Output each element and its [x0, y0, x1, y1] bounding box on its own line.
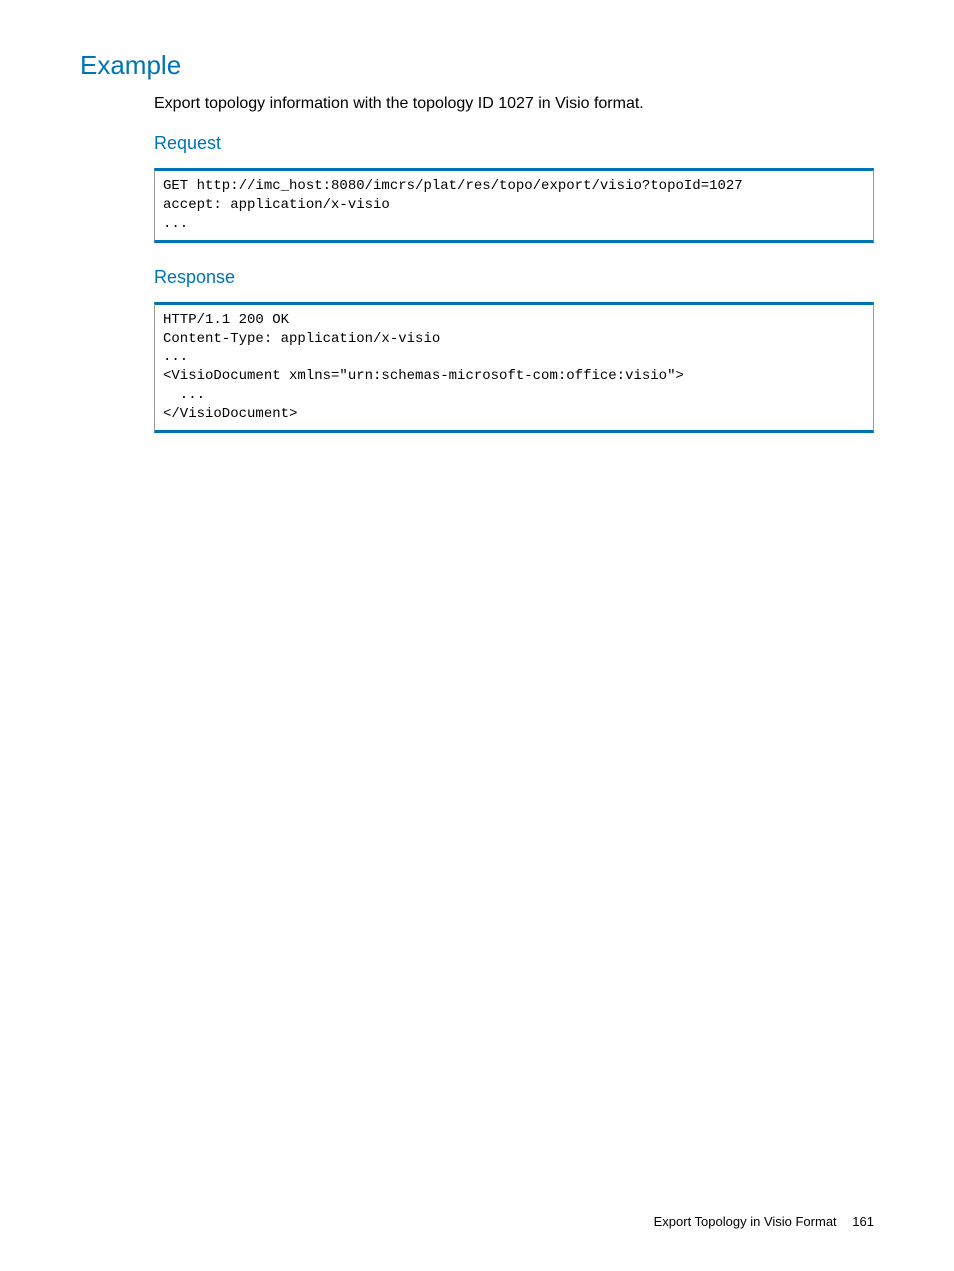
response-code-block: HTTP/1.1 200 OK Content-Type: applicatio…: [154, 302, 874, 433]
section-content: Export topology information with the top…: [154, 95, 874, 433]
section-heading-example: Example: [80, 50, 874, 81]
request-heading: Request: [154, 133, 874, 154]
footer-title: Export Topology in Visio Format: [654, 1214, 837, 1229]
section-description: Export topology information with the top…: [154, 95, 874, 113]
page-footer: Export Topology in Visio Format 161: [654, 1214, 874, 1229]
footer-page-number: 161: [852, 1214, 874, 1229]
response-heading: Response: [154, 267, 874, 288]
request-code-block: GET http://imc_host:8080/imcrs/plat/res/…: [154, 168, 874, 243]
